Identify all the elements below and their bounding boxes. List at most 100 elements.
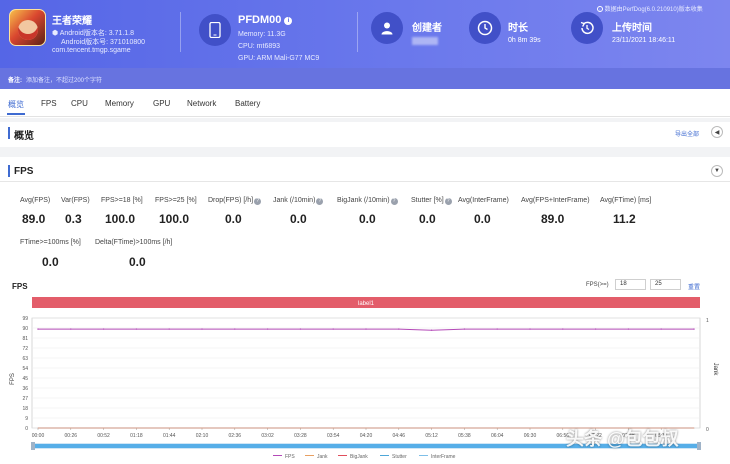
stat-value: 0.0 xyxy=(474,212,491,226)
data-point-fps xyxy=(627,328,630,330)
divider xyxy=(180,12,181,52)
divider xyxy=(357,12,358,52)
info-icon: i xyxy=(597,6,603,12)
android-icon: ⬢ xyxy=(52,30,59,37)
stat-label: FPS>=18 [%] xyxy=(101,197,143,204)
device-gpu: GPU: ARM Mali-G77 MC9 xyxy=(238,55,320,62)
data-point-fps xyxy=(365,328,367,330)
threshold-label: FPS(>=) xyxy=(586,282,609,288)
data-point-fps xyxy=(70,328,72,330)
stat-label: Stutter [%]? xyxy=(411,197,452,205)
legend-item[interactable]: FPS xyxy=(273,454,295,460)
legend-item[interactable]: InterFrame xyxy=(419,454,455,460)
data-point-fps xyxy=(693,328,695,330)
stat-value: 0.0 xyxy=(419,212,436,226)
label-band-text: label1 xyxy=(358,301,375,307)
legend-item[interactable]: Stutter xyxy=(380,454,407,460)
help-icon[interactable]: ? xyxy=(254,198,262,205)
data-point-jank xyxy=(398,427,400,429)
y-tick-label: 45 xyxy=(22,376,28,382)
note-input[interactable]: 添加备注，不超过200个字符 xyxy=(26,78,102,84)
y-tick-label: 36 xyxy=(22,386,28,392)
x-tick-label: 00:52 xyxy=(97,433,110,439)
data-point-fps xyxy=(398,328,400,330)
data-point-jank xyxy=(431,427,432,429)
y-tick-label: 72 xyxy=(22,346,28,352)
tab-battery[interactable]: Battery xyxy=(235,99,260,108)
x-tick-label: 06:30 xyxy=(524,433,537,439)
stat-label: FTime>=100ms [%] xyxy=(20,239,81,246)
data-point-jank xyxy=(562,427,564,429)
tab-bar: 概览 FPS CPU Memory GPU Network Battery xyxy=(0,90,730,117)
legend-swatch xyxy=(338,455,347,456)
zoom-handle-right[interactable] xyxy=(697,442,701,450)
x-tick-label: 06:04 xyxy=(491,433,504,439)
section-marker xyxy=(8,165,10,177)
device-memory: Memory: 11.3G xyxy=(238,31,286,38)
x-tick-label: 01:18 xyxy=(130,433,143,439)
data-point-fps xyxy=(135,328,138,330)
upload-label: 上传时间 xyxy=(612,23,652,34)
data-point-jank xyxy=(365,427,367,429)
tab-gpu[interactable]: GPU xyxy=(153,99,170,108)
data-point-jank xyxy=(332,427,334,429)
data-point-fps xyxy=(299,328,302,330)
upload-time: 23/11/2021 18:46:11 xyxy=(612,37,676,44)
zoom-handle-left[interactable] xyxy=(31,442,35,450)
data-point-fps xyxy=(234,328,236,330)
tab-memory[interactable]: Memory xyxy=(105,99,134,108)
x-tick-label: 00:26 xyxy=(65,433,78,439)
y-axis: 9990817263544536271890 xyxy=(22,316,28,432)
data-point-fps xyxy=(562,328,564,330)
data-point-jank xyxy=(267,427,268,429)
tab-network[interactable]: Network xyxy=(187,99,216,108)
data-point-fps xyxy=(660,328,662,330)
stat-label: Drop(FPS) [/h]? xyxy=(208,197,262,205)
data-point-fps xyxy=(201,328,203,330)
legend-item[interactable]: Jank xyxy=(305,454,328,460)
overview-title: 概览 xyxy=(14,131,34,142)
device-info-icon[interactable]: i xyxy=(284,17,293,25)
y2-tick-label: 0 xyxy=(706,427,709,433)
x-tick-label: 03:02 xyxy=(261,433,274,439)
legend-swatch xyxy=(380,455,389,456)
data-point-fps xyxy=(594,328,597,330)
help-icon[interactable]: ? xyxy=(316,198,324,205)
tab-fps[interactable]: FPS xyxy=(41,99,57,108)
data-point-fps xyxy=(463,328,466,330)
data-point-jank xyxy=(496,427,498,429)
stat-label: Avg(FPS) xyxy=(20,197,51,204)
data-point-jank xyxy=(168,427,170,429)
x-tick-label: 00:00 xyxy=(32,433,45,439)
collapse-down-icon[interactable]: ▼ xyxy=(711,165,723,177)
note-bar[interactable]: 备注: 添加备注，不超过200个字符 xyxy=(0,68,730,89)
y2-axis-label: Jank xyxy=(712,363,718,377)
help-icon[interactable]: ? xyxy=(390,198,398,205)
duration-label: 时长 xyxy=(508,23,528,34)
stat-label: BigJank (/10min)? xyxy=(337,197,398,205)
collapse-left-icon[interactable]: ◀ xyxy=(711,126,723,138)
data-point-fps xyxy=(529,328,531,330)
spacer xyxy=(0,118,730,122)
stat-label: Avg(FTime) [ms] xyxy=(600,197,652,204)
legend-swatch xyxy=(419,455,428,456)
help-icon[interactable]: ? xyxy=(444,198,452,205)
data-point-jank xyxy=(37,427,39,429)
app-name: 王者荣耀 xyxy=(52,16,92,27)
stat-label: Delta(FTime)>100ms [/h] xyxy=(95,239,173,246)
clock-icon xyxy=(469,12,501,44)
data-point-fps xyxy=(168,328,170,330)
data-point-jank xyxy=(300,427,301,429)
divider xyxy=(0,181,730,182)
watermark-text: 头条 @包包叔 xyxy=(566,429,679,449)
duration-value: 0h 8m 39s xyxy=(508,37,541,44)
data-point-jank xyxy=(529,427,531,429)
y-tick-label: 27 xyxy=(22,396,28,402)
tab-cpu[interactable]: CPU xyxy=(71,99,88,108)
x-tick-label: 03:28 xyxy=(294,433,307,439)
user-icon xyxy=(371,12,403,44)
export-all-link[interactable]: 导出全部 xyxy=(675,129,699,138)
legend-item[interactable]: BigJank xyxy=(338,454,368,460)
tab-overview[interactable]: 概览 xyxy=(7,99,25,115)
y-tick-label: 9 xyxy=(25,416,28,422)
